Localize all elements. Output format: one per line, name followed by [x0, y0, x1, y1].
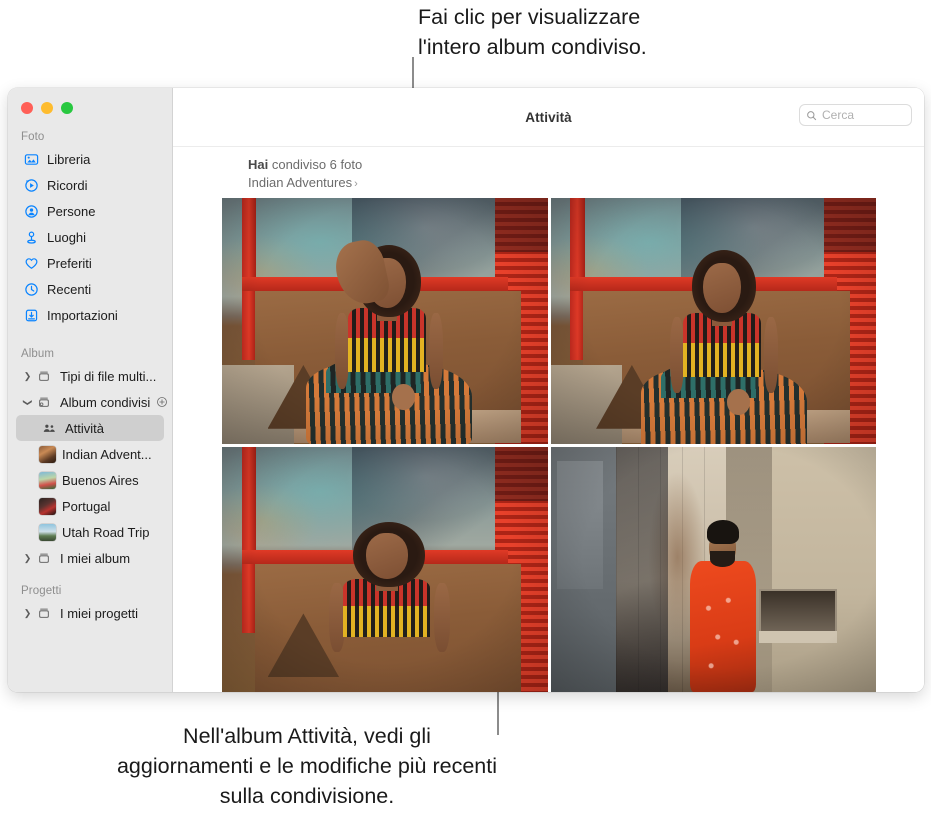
chevron-right-icon[interactable]: ❯ — [21, 553, 34, 564]
sidebar-item-luoghi[interactable]: Luoghi — [16, 224, 164, 250]
album-box-icon — [34, 369, 54, 383]
sidebar-item-portugal[interactable]: Portugal — [16, 493, 164, 519]
sidebar-item-ricordi[interactable]: Ricordi — [16, 172, 164, 198]
album-box-icon — [34, 551, 54, 565]
photo-vignette — [222, 198, 548, 444]
minimize-button[interactable] — [41, 102, 53, 114]
sidebar-item-label: Attività — [65, 420, 105, 436]
shared-album-name: Indian Adventures — [248, 175, 353, 190]
library-icon — [21, 152, 41, 167]
chevron-down-icon[interactable]: ❯ — [22, 396, 33, 409]
album-thumb-utah-icon — [39, 523, 56, 541]
sidebar-item-label: Tipi di file multi... — [60, 368, 157, 384]
callout-top-text: Fai clic per visualizzare l'intero album… — [418, 5, 647, 59]
sidebar-section-progetti-title: Progetti — [21, 585, 62, 597]
sidebar-item-importazioni[interactable]: Importazioni — [16, 302, 164, 328]
sidebar-item-label: I miei progetti — [60, 605, 139, 621]
sidebar-item-label: Recenti — [47, 281, 92, 297]
toolbar: Attività Cerca — [173, 88, 924, 147]
sidebar-item-label: Preferiti — [47, 255, 92, 271]
memories-icon — [21, 178, 41, 193]
photo-vignette — [222, 446, 548, 692]
main-content: Attività Cerca Hai condiviso 6 foto Indi… — [173, 88, 924, 692]
page-title: Attività — [525, 109, 572, 125]
activity-people-icon — [39, 421, 59, 436]
import-icon — [21, 308, 41, 323]
sidebar-item-label: Buenos Aires — [62, 472, 139, 488]
window-traffic-lights — [8, 88, 172, 114]
sidebar-item-label: Ricordi — [47, 177, 88, 193]
sidebar-item-libreria[interactable]: Libreria — [16, 146, 164, 172]
sidebar-item-persone[interactable]: Persone — [16, 198, 164, 224]
chevron-right-icon[interactable]: ❯ — [21, 371, 34, 382]
sidebar-item-tipi-di-file-multimediali[interactable]: ❯ Tipi di file multi... — [16, 363, 164, 389]
screenshot-root: Fai clic per visualizzare l'intero album… — [0, 0, 931, 827]
album-thumb-indian-icon — [39, 445, 56, 463]
sidebar-item-label: I miei album — [60, 550, 131, 566]
add-shared-album-button[interactable] — [156, 396, 168, 408]
sidebar-item-i-miei-album[interactable]: ❯ I miei album — [16, 545, 164, 571]
sidebar-item-utah-road-trip[interactable]: Utah Road Trip — [16, 519, 164, 545]
share-summary-text: condiviso 6 foto — [268, 157, 363, 172]
photo-woman-head-back[interactable] — [222, 446, 548, 692]
photo-grid — [173, 198, 924, 692]
sidebar-item-album-condivisi[interactable]: ❯ Album condivisi — [16, 389, 168, 415]
sidebar-item-preferiti[interactable]: Preferiti — [16, 250, 164, 276]
album-thumb-buenos-icon — [39, 471, 56, 489]
sidebar-item-label: Libreria — [47, 151, 91, 167]
close-button[interactable] — [21, 102, 33, 114]
photo-vignette — [550, 446, 876, 692]
zoom-button[interactable] — [61, 102, 73, 114]
places-icon — [21, 230, 41, 245]
people-icon — [21, 204, 41, 219]
photo-vignette — [550, 198, 876, 444]
sidebar-item-buenos-aires[interactable]: Buenos Aires — [16, 467, 164, 493]
photo-woman-bench-arm-raised[interactable] — [222, 198, 548, 444]
chevron-right-icon[interactable]: ❯ — [21, 608, 34, 619]
search-icon — [806, 110, 817, 121]
photo-man-orange-shirt-door[interactable] — [550, 446, 876, 692]
search-input[interactable]: Cerca — [822, 108, 854, 122]
sidebar-item-label: Album condivisi — [60, 394, 151, 410]
chevron-right-icon: › — [354, 178, 358, 190]
sidebar-item-recenti[interactable]: Recenti — [16, 276, 164, 302]
callout-bottom-text: Nell'album Attività, vedi gli aggiorname… — [116, 724, 498, 808]
sidebar-section-album-title: Album — [21, 348, 55, 360]
search-field[interactable]: Cerca — [799, 104, 912, 126]
album-box-icon — [34, 606, 54, 620]
sidebar-item-i-miei-progetti[interactable]: ❯ I miei progetti — [16, 600, 164, 626]
shared-album-icon — [34, 395, 54, 409]
sidebar-item-label: Portugal — [62, 498, 111, 514]
shared-album-link[interactable]: Indian Adventures › — [248, 174, 924, 193]
photo-woman-bench-seated[interactable] — [550, 198, 876, 444]
clock-icon — [21, 282, 41, 297]
album-thumb-portugal-icon — [39, 497, 56, 515]
sidebar-item-attivita[interactable]: Attività — [16, 415, 164, 441]
share-actor-label: Hai — [248, 157, 269, 172]
heart-icon — [21, 256, 41, 271]
sidebar-item-label: Importazioni — [47, 307, 118, 323]
sidebar-item-label: Persone — [47, 203, 96, 219]
sidebar-section-foto-title: Foto — [21, 131, 45, 143]
sidebar-item-label: Indian Advent... — [62, 446, 152, 462]
share-summary-line: Hai condiviso 6 foto — [248, 156, 924, 174]
sidebar-item-label: Luoghi — [47, 229, 87, 245]
photos-app-window: Foto Libreria Ricordi Persone Luoghi Pre… — [8, 88, 924, 692]
sidebar: Foto Libreria Ricordi Persone Luoghi Pre… — [8, 88, 173, 692]
share-activity-header: Hai condiviso 6 foto Indian Adventures › — [173, 147, 924, 198]
sidebar-item-label: Utah Road Trip — [62, 524, 150, 540]
sidebar-item-indian-adventures[interactable]: Indian Advent... — [16, 441, 164, 467]
